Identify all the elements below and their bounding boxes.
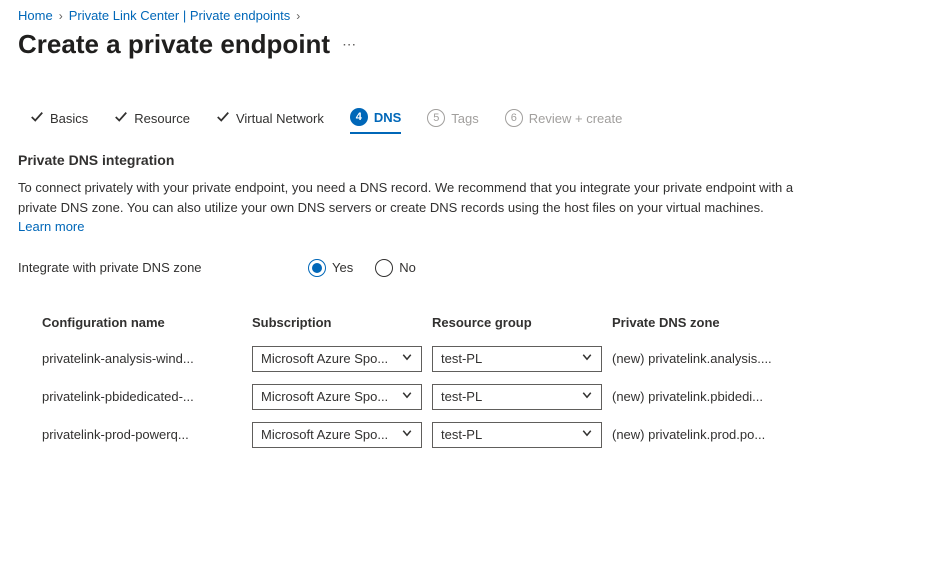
subscription-select[interactable]: Microsoft Azure Spo...: [252, 422, 422, 448]
col-private-dns-zone: Private DNS zone: [612, 315, 792, 330]
section-title-dns-integration: Private DNS integration: [18, 152, 925, 168]
radio-icon: [375, 259, 393, 277]
description-text: To connect privately with your private e…: [18, 180, 793, 215]
tab-review-create[interactable]: 6 Review + create: [505, 109, 623, 133]
config-name: privatelink-prod-powerq...: [42, 427, 242, 442]
section-description: To connect privately with your private e…: [18, 178, 798, 237]
resource-group-select[interactable]: test-PL: [432, 384, 602, 410]
select-value: Microsoft Azure Spo...: [261, 351, 388, 366]
breadcrumb-private-link-center[interactable]: Private Link Center | Private endpoints: [69, 8, 291, 23]
tab-label: Virtual Network: [236, 111, 324, 126]
step-number-icon: 5: [427, 109, 445, 127]
resource-group-select[interactable]: test-PL: [432, 422, 602, 448]
dns-zone-value: (new) privatelink.analysis....: [612, 351, 792, 366]
page-title: Create a private endpoint: [18, 29, 330, 60]
dns-config-table: Configuration name Subscription Resource…: [42, 307, 912, 454]
tab-basics[interactable]: Basics: [30, 110, 88, 133]
check-icon: [30, 110, 44, 127]
tab-label: Review + create: [529, 111, 623, 126]
chevron-down-icon: [581, 351, 593, 366]
check-icon: [216, 110, 230, 127]
tab-label: Resource: [134, 111, 190, 126]
chevron-down-icon: [581, 389, 593, 404]
chevron-right-icon: ›: [296, 9, 300, 23]
tab-virtual-network[interactable]: Virtual Network: [216, 110, 324, 133]
breadcrumb: Home › Private Link Center | Private end…: [18, 8, 925, 23]
dns-zone-value: (new) privatelink.pbidedi...: [612, 389, 792, 404]
tab-label: Basics: [50, 111, 88, 126]
table-row: privatelink-pbidedicated-... Microsoft A…: [42, 378, 912, 416]
radio-label: No: [399, 260, 416, 275]
table-row: privatelink-prod-powerq... Microsoft Azu…: [42, 416, 912, 454]
col-configuration-name: Configuration name: [42, 315, 242, 330]
radio-label: Yes: [332, 260, 353, 275]
more-actions-icon[interactable]: ⋯: [342, 36, 357, 53]
resource-group-select[interactable]: test-PL: [432, 346, 602, 372]
table-row: privatelink-analysis-wind... Microsoft A…: [42, 340, 912, 378]
radio-no[interactable]: No: [375, 259, 416, 277]
config-name: privatelink-analysis-wind...: [42, 351, 242, 366]
select-value: test-PL: [441, 427, 482, 442]
learn-more-link[interactable]: Learn more: [18, 219, 84, 234]
chevron-down-icon: [581, 427, 593, 442]
chevron-down-icon: [401, 351, 413, 366]
subscription-select[interactable]: Microsoft Azure Spo...: [252, 384, 422, 410]
tab-label: DNS: [374, 110, 401, 125]
col-subscription: Subscription: [252, 315, 422, 330]
tab-tags[interactable]: 5 Tags: [427, 109, 478, 133]
step-number-icon: 4: [350, 108, 368, 126]
dns-zone-value: (new) privatelink.prod.po...: [612, 427, 792, 442]
check-icon: [114, 110, 128, 127]
tab-resource[interactable]: Resource: [114, 110, 190, 133]
config-name: privatelink-pbidedicated-...: [42, 389, 242, 404]
page-title-row: Create a private endpoint ⋯: [18, 29, 925, 60]
step-number-icon: 6: [505, 109, 523, 127]
select-value: Microsoft Azure Spo...: [261, 427, 388, 442]
tab-label: Tags: [451, 111, 478, 126]
integrate-dns-field: Integrate with private DNS zone Yes No: [18, 259, 925, 277]
table-header: Configuration name Subscription Resource…: [42, 307, 912, 340]
col-resource-group: Resource group: [432, 315, 602, 330]
radio-icon: [308, 259, 326, 277]
chevron-right-icon: ›: [59, 9, 63, 23]
radio-group-integrate-dns: Yes No: [308, 259, 416, 277]
subscription-select[interactable]: Microsoft Azure Spo...: [252, 346, 422, 372]
radio-yes[interactable]: Yes: [308, 259, 353, 277]
tab-dns[interactable]: 4 DNS: [350, 108, 401, 134]
chevron-down-icon: [401, 389, 413, 404]
select-value: test-PL: [441, 389, 482, 404]
chevron-down-icon: [401, 427, 413, 442]
breadcrumb-home[interactable]: Home: [18, 8, 53, 23]
select-value: Microsoft Azure Spo...: [261, 389, 388, 404]
field-label-integrate-dns: Integrate with private DNS zone: [18, 260, 268, 275]
tab-bar: Basics Resource Virtual Network 4 DNS 5 …: [18, 108, 925, 134]
select-value: test-PL: [441, 351, 482, 366]
